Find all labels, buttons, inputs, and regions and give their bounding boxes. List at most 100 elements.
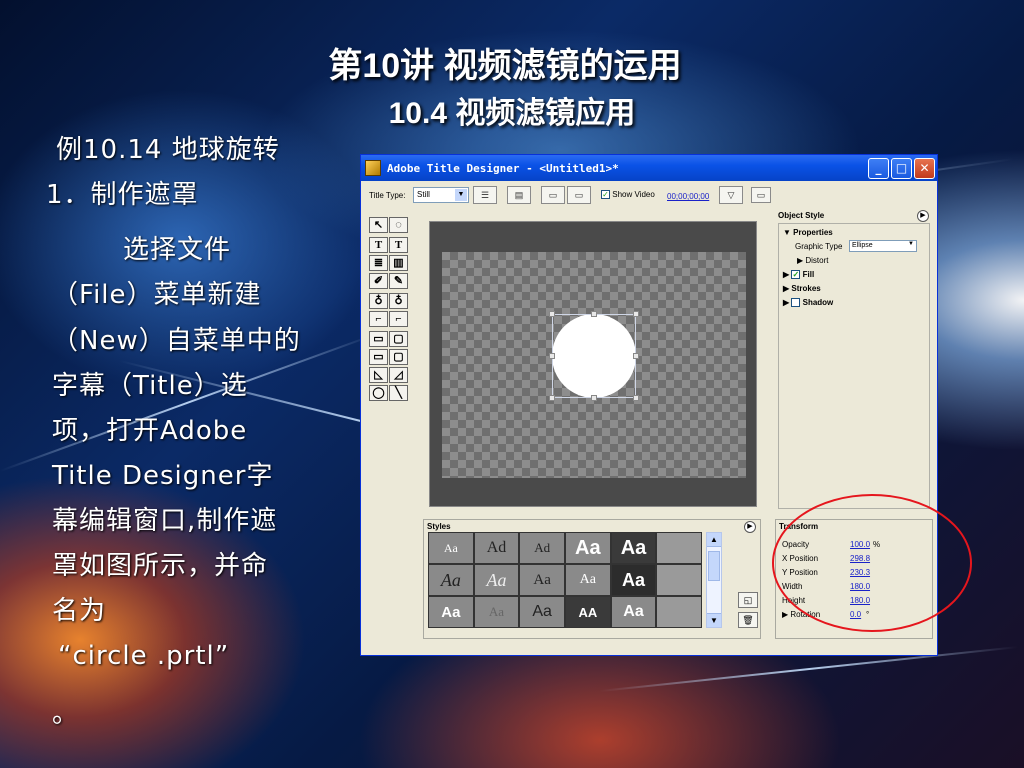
style-swatch[interactable] bbox=[657, 597, 701, 627]
timecode-field[interactable]: 00;00;00;00 bbox=[667, 192, 709, 201]
resize-handle[interactable] bbox=[591, 395, 597, 401]
style-swatch[interactable] bbox=[657, 533, 701, 563]
strokes-section[interactable]: ▶ Strokes bbox=[783, 284, 821, 293]
delete-anchor-tool[interactable]: ⌐ bbox=[369, 311, 388, 327]
maximize-button[interactable]: □ bbox=[891, 157, 912, 179]
graphic-type-value: Ellipse bbox=[852, 242, 873, 249]
close-button[interactable]: ✕ bbox=[914, 157, 935, 179]
styles-header: Styles bbox=[427, 522, 451, 531]
toolbar: Title Type: Still ▼ ☰ ▤ ▭ ▭ ✓ Show Video… bbox=[361, 183, 937, 211]
area-type-tool[interactable]: ≣ bbox=[369, 255, 388, 271]
body-line: 选择文件 bbox=[86, 235, 232, 265]
vertical-path-type-tool[interactable]: ✎ bbox=[389, 273, 408, 289]
style-swatch[interactable]: Ad bbox=[520, 533, 564, 563]
body-line: 幕编辑窗口,制作遮 bbox=[52, 506, 278, 536]
line-tool[interactable]: ╲ bbox=[389, 385, 408, 401]
resize-handle[interactable] bbox=[549, 311, 555, 317]
style-swatch[interactable]: Aa bbox=[474, 565, 519, 595]
app-icon bbox=[365, 160, 381, 176]
style-swatch[interactable]: Aa bbox=[611, 597, 656, 627]
ellipse-tool[interactable]: ◯ bbox=[369, 385, 388, 401]
properties-section[interactable]: ▼ Properties bbox=[783, 228, 833, 237]
title-type-select[interactable]: Still ▼ bbox=[413, 187, 469, 203]
style-swatch[interactable] bbox=[657, 565, 701, 595]
pen-tool[interactable]: ♁ bbox=[369, 293, 388, 309]
style-swatch[interactable]: Aa bbox=[611, 533, 656, 563]
window-titlebar[interactable]: Adobe Title Designer - <Untitled1>* _ □ … bbox=[361, 155, 937, 181]
set-marker-button[interactable]: ▽ bbox=[719, 186, 743, 204]
style-swatch[interactable]: Aa bbox=[566, 565, 610, 595]
body-line: 罩如图所示，并命 bbox=[52, 551, 269, 581]
style-swatch[interactable]: Aa bbox=[429, 597, 473, 627]
rounded-rectangle-tool[interactable]: ▢ bbox=[389, 331, 408, 347]
rounded-corner-tool[interactable]: ▢ bbox=[389, 349, 408, 365]
title-type-label: Title Type: bbox=[369, 191, 406, 200]
scroll-up-icon[interactable]: ▲ bbox=[707, 533, 721, 547]
resize-handle[interactable] bbox=[591, 311, 597, 317]
text-options-button[interactable]: ☰ bbox=[473, 186, 497, 204]
distort-section[interactable]: ▶ Distort bbox=[797, 256, 829, 265]
styles-menu-button[interactable]: ▶ bbox=[744, 521, 756, 533]
shadow-checkbox[interactable] bbox=[791, 298, 801, 308]
font-browser-button[interactable]: ▭ bbox=[567, 186, 591, 204]
rectangle-tool[interactable]: ▭ bbox=[369, 331, 388, 347]
check-icon: ✓ bbox=[601, 190, 610, 200]
sync-button[interactable]: ▭ bbox=[751, 187, 771, 203]
fill-label: Fill bbox=[802, 270, 815, 279]
style-swatch[interactable]: Aa bbox=[520, 597, 564, 627]
templates-button[interactable]: ▤ bbox=[507, 186, 531, 204]
distort-label: Distort bbox=[805, 256, 829, 265]
body-line: （File）菜单新建 bbox=[52, 280, 262, 310]
drawing-area[interactable] bbox=[429, 221, 757, 507]
scroll-thumb[interactable] bbox=[708, 551, 720, 581]
style-swatch[interactable]: Aa bbox=[566, 533, 610, 563]
selection-tool[interactable]: ↖ bbox=[369, 217, 388, 233]
style-swatch[interactable]: Aa bbox=[474, 597, 519, 627]
style-swatch[interactable]: Aa bbox=[520, 565, 564, 595]
shadow-section[interactable]: ▶ Shadow bbox=[783, 298, 833, 308]
fill-section[interactable]: ▶ ✓ Fill bbox=[783, 270, 815, 280]
styles-scrollbar[interactable]: ▲ ▼ bbox=[706, 532, 722, 628]
style-swatch[interactable]: Aa bbox=[429, 533, 473, 563]
convert-anchor-tool[interactable]: ⌐ bbox=[389, 311, 408, 327]
body-line: 例10.14 地球旋转 bbox=[56, 135, 280, 165]
properties-label: Properties bbox=[793, 228, 833, 237]
new-style-button[interactable]: ◱ bbox=[738, 592, 758, 608]
resize-handle[interactable] bbox=[633, 395, 639, 401]
show-video-label: Show Video bbox=[612, 190, 655, 199]
type-tool[interactable]: T bbox=[369, 237, 388, 253]
minimize-button[interactable]: _ bbox=[868, 157, 889, 179]
rotation-tool[interactable]: ◌ bbox=[389, 217, 408, 233]
show-video-checkbox[interactable]: ✓ Show Video bbox=[601, 190, 655, 200]
body-line: 字幕（Title）选 bbox=[52, 371, 248, 401]
graphic-type-label: Graphic Type bbox=[795, 242, 843, 251]
style-swatch[interactable]: Aa bbox=[611, 565, 656, 595]
arc-tool[interactable]: ◿ bbox=[389, 367, 408, 383]
scroll-down-icon[interactable]: ▼ bbox=[707, 613, 721, 627]
style-swatch[interactable]: Ad bbox=[474, 533, 519, 563]
style-swatch[interactable]: AA bbox=[566, 597, 610, 627]
window-title: Adobe Title Designer - <Untitled1>* bbox=[387, 161, 619, 175]
fill-checkbox[interactable]: ✓ bbox=[791, 270, 801, 280]
resize-handle[interactable] bbox=[549, 353, 555, 359]
path-type-tool[interactable]: ✐ bbox=[369, 273, 388, 289]
roll-crawl-button[interactable]: ▭ bbox=[541, 186, 565, 204]
wedge-tool[interactable]: ◺ bbox=[369, 367, 388, 383]
strokes-label: Strokes bbox=[791, 284, 821, 293]
vertical-type-tool[interactable]: T bbox=[389, 237, 408, 253]
styles-grid: Aa Ad Ad Aa Aa Aa Aa Aa Aa Aa Aa Aa Aa A… bbox=[428, 532, 702, 628]
resize-handle[interactable] bbox=[549, 395, 555, 401]
panel-menu-button[interactable]: ▶ bbox=[917, 210, 929, 222]
transparent-canvas[interactable] bbox=[442, 252, 746, 478]
object-style-panel: Object Style ▶ ▼ Properties Graphic Type… bbox=[775, 209, 933, 511]
resize-handle[interactable] bbox=[633, 353, 639, 359]
trash-icon[interactable]: 🗑 bbox=[738, 612, 758, 628]
graphic-type-select[interactable]: Ellipse ▼ bbox=[849, 240, 917, 252]
add-anchor-tool[interactable]: ♁ bbox=[389, 293, 408, 309]
style-swatch[interactable]: Aa bbox=[429, 565, 473, 595]
resize-handle[interactable] bbox=[633, 311, 639, 317]
vertical-area-type-tool[interactable]: ▥ bbox=[389, 255, 408, 271]
body-line: 名为 bbox=[52, 596, 107, 626]
clipped-rectangle-tool[interactable]: ▭ bbox=[369, 349, 388, 365]
slide-title: 第10讲 视频滤镜的运用 bbox=[328, 47, 682, 85]
